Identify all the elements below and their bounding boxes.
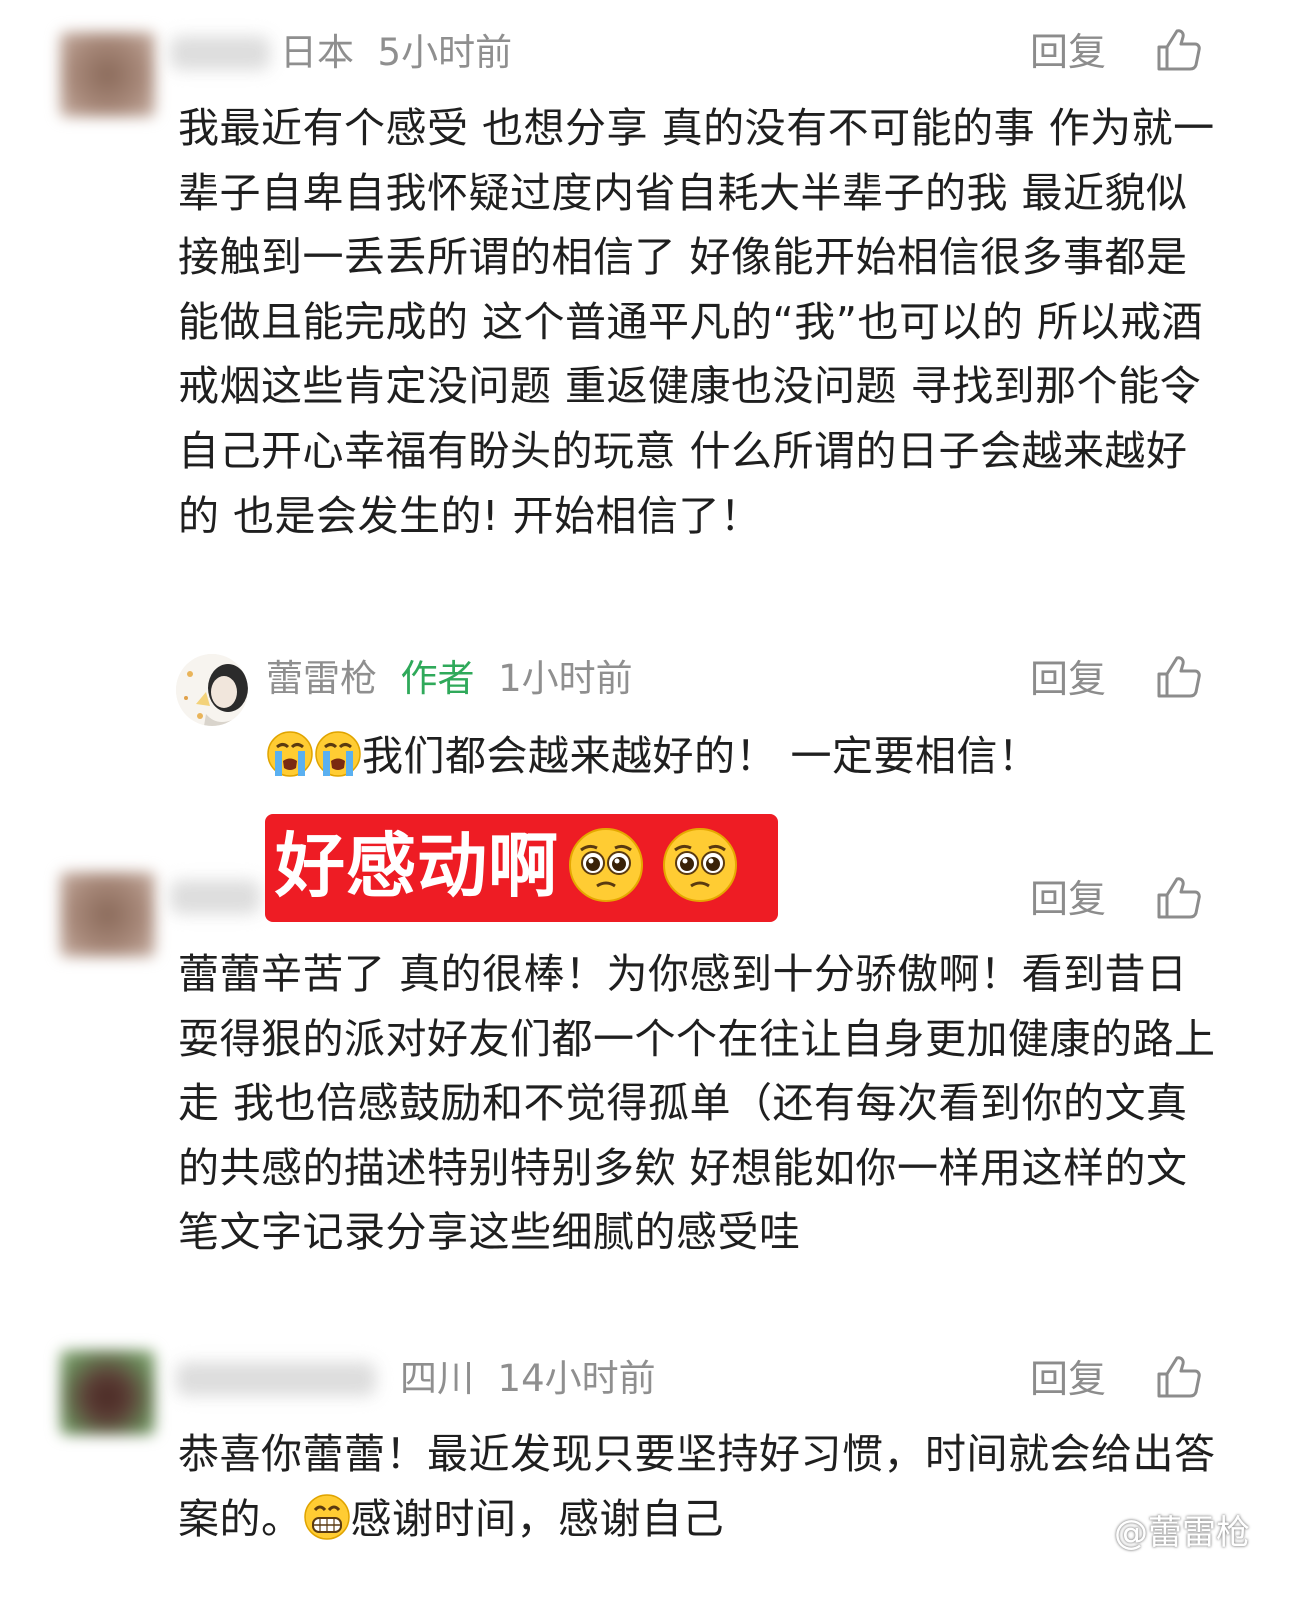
loudly-crying-face-emoji	[315, 731, 361, 777]
weibo-logo-icon	[1074, 1520, 1109, 1548]
watermark: @蕾雷枪	[1074, 1516, 1250, 1550]
comment-time: 14小时前	[497, 1357, 656, 1400]
overlay-banner: 好感动啊	[265, 814, 778, 922]
reply-button[interactable]: 回复	[1030, 660, 1106, 698]
pleading-face-emoji	[569, 828, 643, 902]
reply-text: 我们都会越来越好的！ 一定要相信！	[362, 732, 1040, 780]
comment-meta: 日本 5小时前	[280, 34, 512, 71]
thumbs-up-icon[interactable]	[1156, 876, 1202, 920]
author-name[interactable]: 蕾雷枪	[266, 657, 377, 700]
comment-text: 我最近有个感受 也想分享 真的没有不可能的事 作为就一辈子自卑自我怀疑过度内省自…	[178, 104, 1215, 540]
comment-text: 恭喜你蕾蕾！最近发现只要坚持好习惯，时间就会给出答案的。 感谢时间，感谢自己	[178, 1422, 1218, 1551]
comment-text-part: 感谢时间，感谢自己	[350, 1494, 724, 1543]
comment-location: 四川	[400, 1357, 474, 1400]
reply-button[interactable]: 回复	[1030, 880, 1106, 918]
loudly-crying-face-emoji	[267, 731, 313, 777]
avatar[interactable]	[60, 32, 155, 117]
author-badge: 作者	[400, 657, 475, 700]
avatar[interactable]	[60, 872, 155, 957]
watermark-text: @蕾雷枪	[1114, 1513, 1250, 1553]
grinning-face-emoji	[303, 1493, 350, 1540]
thumbs-up-icon[interactable]	[1156, 655, 1202, 699]
comment-location: 日本	[280, 31, 354, 74]
reply-text-line: 我们都会越来越好的！ 一定要相信！	[266, 726, 1040, 786]
author-meta: 蕾雷枪 作者 1小时前	[266, 660, 633, 697]
username-blurred	[176, 1362, 376, 1396]
comment-meta: 四川 14小时前	[400, 1360, 656, 1397]
pleading-face-emoji	[663, 828, 737, 902]
author-avatar[interactable]	[176, 654, 248, 726]
username-blurred	[170, 36, 270, 70]
comment-time: 5小时前	[377, 31, 513, 74]
banner-text: 好感动啊	[275, 825, 559, 907]
reply-button[interactable]: 回复	[1030, 33, 1106, 71]
thumbs-up-icon[interactable]	[1156, 1355, 1202, 1399]
username-blurred	[170, 880, 260, 914]
reply-time: 1小时前	[498, 657, 633, 700]
reply-button[interactable]: 回复	[1030, 1360, 1106, 1398]
avatar[interactable]	[60, 1350, 155, 1435]
comment-text: 蕾蕾辛苦了 真的很棒！为你感到十分骄傲啊！看到昔日耍得狠的派对好友们都一个个在往…	[178, 950, 1216, 1257]
banner-line: 好感动啊	[275, 824, 739, 908]
author-avatar-illustration	[176, 654, 248, 726]
thumbs-up-icon[interactable]	[1156, 28, 1202, 72]
